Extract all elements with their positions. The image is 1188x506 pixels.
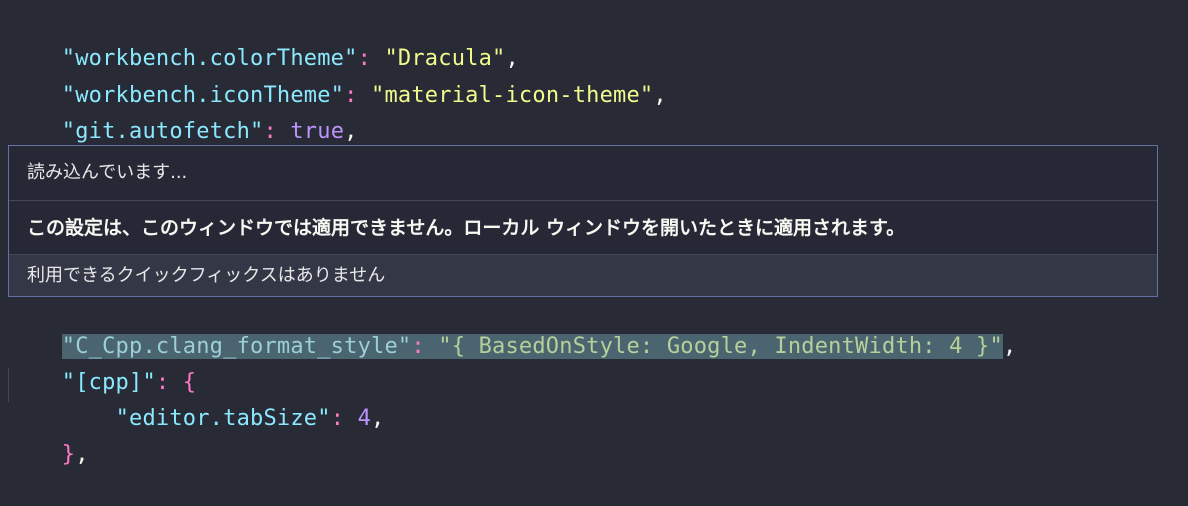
code-line[interactable]: "git.autofetch": true, [8,81,358,144]
json-string-value: "material-icon-theme" [371,83,654,108]
json-comma: , [371,406,385,431]
json-comma: , [1002,334,1017,359]
json-colon: : [411,334,439,359]
hover-setting-message: この設定は、このウィンドウでは適用できません。ローカル ウィンドウを開いたときに… [9,200,1157,254]
json-number-value: 4 [357,406,372,431]
json-comma: , [653,83,667,108]
hover-loading-text: 読み込んでいます... [27,162,188,183]
json-comma: , [75,442,89,467]
code-line[interactable]: }, [8,404,89,467]
code-editor[interactable]: "workbench.colorTheme": "Dracula", "work… [0,0,1188,467]
code-line[interactable]: "workbench.iconTheme": "material-icon-th… [8,45,667,108]
code-line-highlighted[interactable]: "C_Cpp.clang_format_style": "{ BasedOnSt… [8,296,1016,359]
json-close-brace: } [61,442,76,467]
json-colon: : [330,406,358,431]
hover-quick-fix-status[interactable]: 利用できるクイックフィックスはありません [9,254,1157,296]
json-key: "editor.tabSize" [115,406,331,431]
hover-popup[interactable]: 読み込んでいます... この設定は、このウィンドウでは適用できません。ローカル … [8,145,1158,297]
code-line[interactable]: "[cpp]": { [8,332,196,395]
code-line[interactable]: "workbench.colorTheme": "Dracula", [8,8,519,71]
json-string-value: "{ BasedOnStyle: Google, IndentWidth: 4 … [438,334,1003,359]
code-line[interactable]: "editor.tabSize": 4, [8,368,385,431]
